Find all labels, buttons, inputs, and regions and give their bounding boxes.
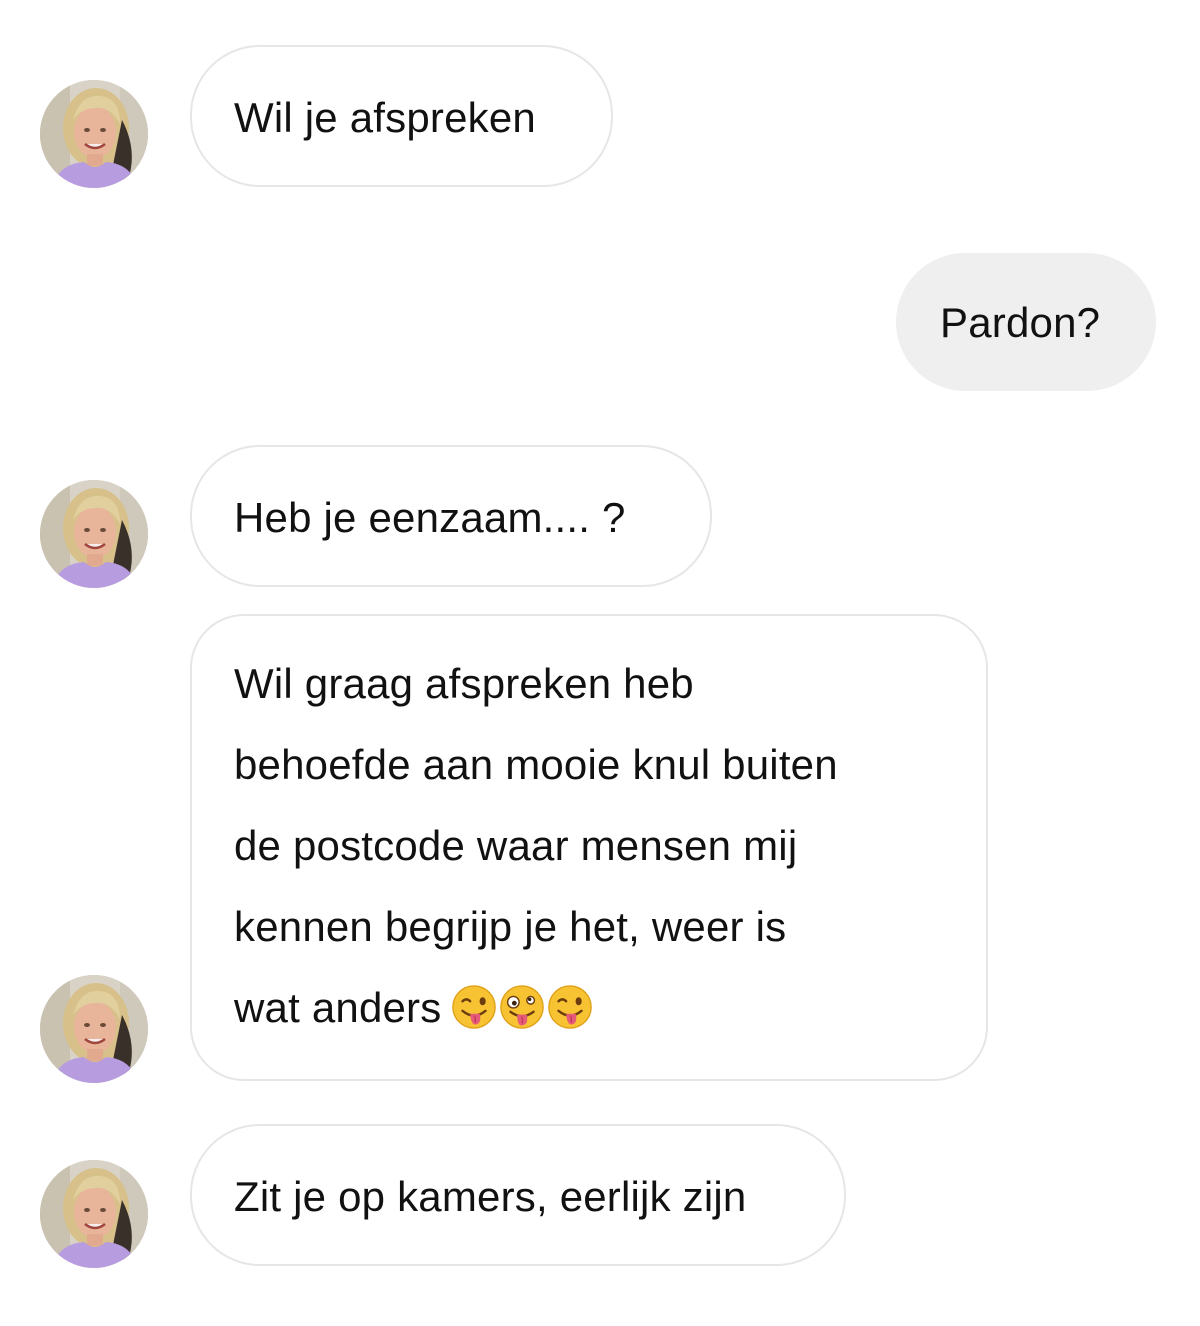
emoji-group — [451, 975, 595, 1056]
sender-avatar[interactable] — [40, 80, 148, 188]
message-bubble-incoming[interactable]: Zit je op kamers, eerlijk zijn — [190, 1124, 846, 1266]
message-bubble-incoming[interactable]: Heb je eenzaam.... ? — [190, 445, 712, 587]
sender-avatar[interactable] — [40, 975, 148, 1083]
winking-face-with-tongue-icon — [547, 984, 593, 1030]
message-line: de postcode waar mensen mij — [234, 822, 798, 869]
winking-face-with-tongue-icon — [451, 984, 497, 1030]
message-line: kennen begrijp je het, weer is — [234, 903, 787, 950]
message-text: Wil je afspreken — [234, 94, 536, 141]
zany-face-icon — [499, 984, 545, 1030]
message-bubble-incoming[interactable]: Wil graag afspreken heb behoefde aan moo… — [190, 614, 988, 1081]
message-text: Pardon? — [940, 299, 1101, 346]
message-line: Wil graag afspreken heb — [234, 660, 694, 707]
profile-photo — [40, 975, 148, 1083]
message-thread: Wil je afspreken Pardon? Heb je eenzaam.… — [0, 0, 1200, 1326]
message-bubble-incoming[interactable]: Wil je afspreken — [190, 45, 613, 187]
message-line-with-emoji: wat anders — [234, 967, 944, 1056]
sender-avatar[interactable] — [40, 480, 148, 588]
message-line: behoefde aan mooie knul buiten — [234, 741, 838, 788]
profile-photo — [40, 480, 148, 588]
sender-avatar[interactable] — [40, 1160, 148, 1268]
profile-photo — [40, 80, 148, 188]
message-text: Zit je op kamers, eerlijk zijn — [234, 1173, 747, 1220]
profile-photo — [40, 1160, 148, 1268]
message-line: wat anders — [234, 984, 442, 1031]
message-text: Heb je eenzaam.... ? — [234, 494, 626, 541]
message-bubble-outgoing[interactable]: Pardon? — [896, 253, 1156, 391]
